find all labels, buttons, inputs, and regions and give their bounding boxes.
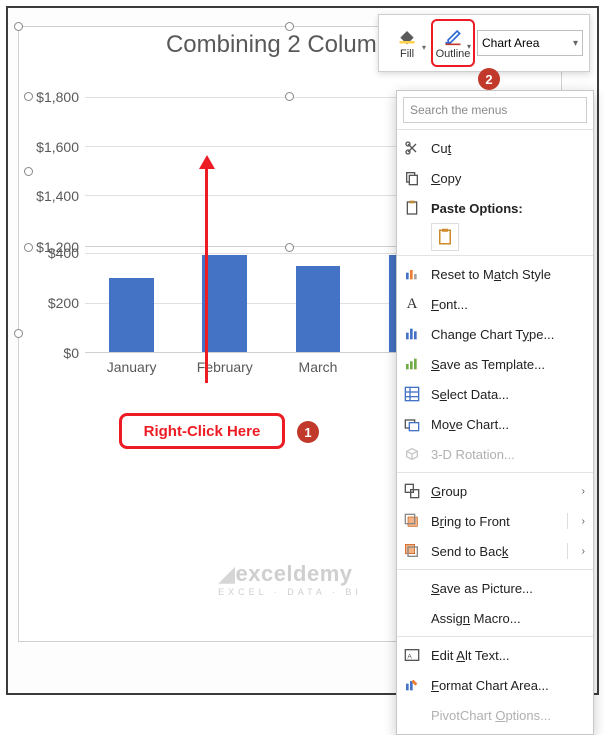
menu-cut[interactable]: Cut: [397, 133, 593, 163]
bar[interactable]: [109, 278, 154, 352]
move-chart-icon: [403, 415, 421, 433]
annotation-arrow-head: [199, 155, 215, 169]
paint-bucket-icon: [396, 26, 418, 46]
app-frame: Combining 2 Column C $1,800 $1,600 $1,40…: [6, 6, 599, 695]
font-icon: A: [403, 295, 421, 313]
select-data-icon: [403, 385, 421, 403]
bar[interactable]: [296, 266, 341, 352]
menu-move-chart[interactable]: Move Chart...: [397, 409, 593, 439]
chart-type-icon: [403, 325, 421, 343]
group-icon: [403, 482, 421, 500]
menu-search[interactable]: Search the menus: [403, 97, 587, 123]
save-template-icon: [403, 355, 421, 373]
chevron-down-icon: ▾: [573, 38, 578, 49]
menu-copy[interactable]: Copy: [397, 163, 593, 193]
chevron-right-icon: ›: [582, 486, 585, 497]
send-back-icon: [403, 542, 421, 560]
reset-style-icon: [403, 265, 421, 283]
cube-icon: [403, 445, 421, 463]
menu-edit-alt-text[interactable]: A Edit Alt Text...: [397, 640, 593, 670]
secondary-y-axis: $400 $200 $0: [29, 253, 83, 353]
format-icon: [403, 676, 421, 694]
menu-save-template[interactable]: Save as Template...: [397, 349, 593, 379]
fill-button[interactable]: Fill ▾: [385, 19, 429, 67]
annotation-arrow: [205, 165, 208, 383]
step-badge-2: 2: [478, 68, 500, 90]
bring-front-icon: [403, 512, 421, 530]
chevron-right-icon: ›: [582, 546, 585, 557]
scissors-icon: [403, 139, 421, 157]
menu-pivotchart-options: PivotChart Options...: [397, 700, 593, 730]
menu-bring-to-front[interactable]: Bring to Front ›: [397, 506, 593, 536]
menu-format-chart-area[interactable]: Format Chart Area...: [397, 670, 593, 700]
paste-clipboard-icon: [436, 228, 454, 246]
menu-assign-macro[interactable]: Assign Macro...: [397, 603, 593, 633]
menu-save-as-picture[interactable]: Save as Picture...: [397, 573, 593, 603]
svg-text:A: A: [407, 653, 412, 660]
chart-element-selector[interactable]: Chart Area ▾: [477, 30, 583, 56]
step-badge-1: 1: [297, 421, 319, 443]
mini-toolbar: Fill ▾ Outline ▾ Chart Area ▾: [378, 14, 590, 72]
menu-reset-match-style[interactable]: Reset to Match Style: [397, 259, 593, 289]
menu-group[interactable]: Group ›: [397, 476, 593, 506]
primary-y-axis: $1,800 $1,600 $1,400 $1,200: [29, 97, 83, 247]
menu-font[interactable]: A Font...: [397, 289, 593, 319]
bar[interactable]: [202, 255, 247, 352]
menu-paste-options-header: Paste Options:: [397, 193, 593, 223]
outline-button[interactable]: Outline ▾: [431, 19, 475, 67]
clipboard-icon: [403, 199, 421, 217]
paste-option-keep-source[interactable]: [431, 223, 459, 251]
chevron-right-icon: ›: [582, 516, 585, 527]
menu-select-data[interactable]: Select Data...: [397, 379, 593, 409]
pen-outline-icon: [442, 26, 464, 46]
menu-change-chart-type[interactable]: Change Chart Type...: [397, 319, 593, 349]
menu-send-to-back[interactable]: Send to Back ›: [397, 536, 593, 566]
context-menu: Search the menus Cut Copy Paste Options:…: [396, 90, 594, 735]
alt-text-icon: A: [403, 646, 421, 664]
menu-3d-rotation: 3-D Rotation...: [397, 439, 593, 469]
watermark: ◢exceldemy EXCEL · DATA · BI: [218, 561, 362, 597]
copy-icon: [403, 169, 421, 187]
annotation-callout: Right-Click Here: [119, 413, 285, 449]
